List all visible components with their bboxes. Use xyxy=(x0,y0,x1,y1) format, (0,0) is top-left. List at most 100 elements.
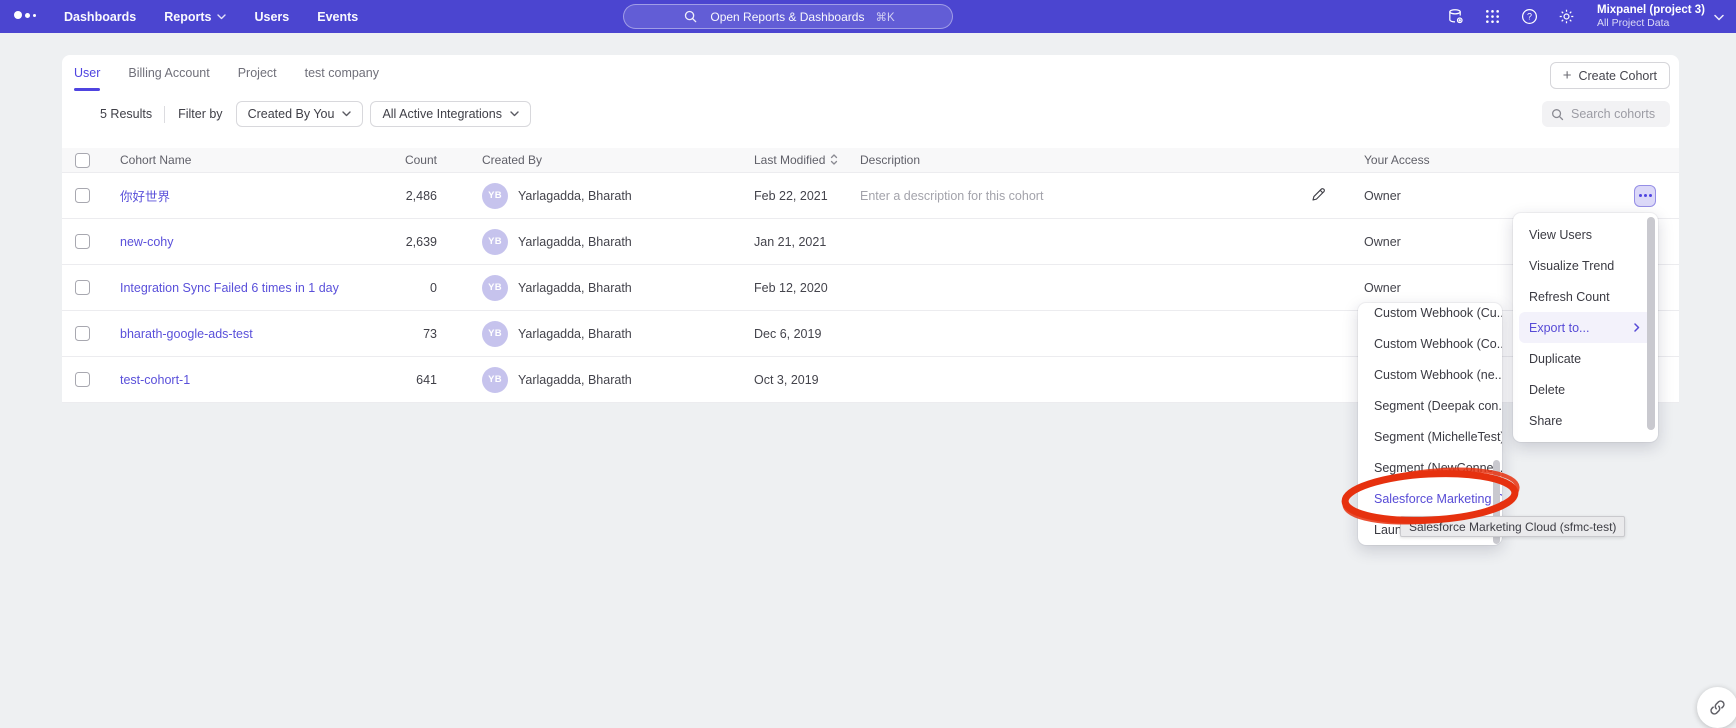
plus-icon: + xyxy=(1563,67,1572,84)
tab[interactable]: Billing Account xyxy=(128,55,209,91)
access-level: Owner xyxy=(1364,189,1401,203)
chevron-down-icon xyxy=(510,111,519,117)
cohort-count: 0 xyxy=(362,281,437,295)
cohort-count: 73 xyxy=(362,327,437,341)
chevron-down-icon xyxy=(342,111,351,117)
search-shortcut: ⌘K xyxy=(875,10,894,24)
data-management-icon[interactable] xyxy=(1446,8,1464,26)
menu-item[interactable]: Visualize Trend xyxy=(1513,250,1658,281)
last-modified-date: Oct 3, 2019 xyxy=(754,373,860,387)
col-header-description: Description xyxy=(860,153,1310,167)
cohort-name-link[interactable]: new-cohy xyxy=(120,235,174,249)
cohort-name-link[interactable]: bharath-google-ads-test xyxy=(120,327,253,341)
col-header-cohort-name: Cohort Name xyxy=(108,153,362,167)
nav-item[interactable]: Users xyxy=(254,10,289,24)
global-search-bar[interactable]: Open Reports & Dashboards ⌘K xyxy=(623,4,953,29)
tab[interactable]: test company xyxy=(305,55,379,91)
avatar: YB xyxy=(482,229,508,255)
row-checkbox[interactable] xyxy=(75,234,90,249)
created-by-name: Yarlagadda, Bharath xyxy=(518,327,632,341)
row-actions-menu: View Users Visualize Trend Refresh Count… xyxy=(1513,213,1658,442)
cohort-count: 2,639 xyxy=(362,235,437,249)
created-by-name: Yarlagadda, Bharath xyxy=(518,235,632,249)
tab[interactable]: User xyxy=(74,55,100,91)
cohort-tabs: User Billing Account Project test company +… xyxy=(62,55,1679,91)
cohort-name-link[interactable]: test-cohort-1 xyxy=(120,373,190,387)
integration-tooltip: Salesforce Marketing Cloud (sfmc-test) xyxy=(1400,516,1625,537)
menu-item[interactable]: Refresh Count xyxy=(1513,281,1658,312)
last-modified-date: Dec 6, 2019 xyxy=(754,327,860,341)
nav-item[interactable]: Reports xyxy=(164,10,226,24)
search-cohorts-input[interactable]: Search cohorts xyxy=(1542,101,1670,127)
table-header: Cohort Name Count Created By Last Modifi… xyxy=(62,148,1679,173)
menu-item[interactable]: Export to... xyxy=(1519,312,1652,343)
search-icon xyxy=(1551,108,1564,121)
share-link-fab[interactable] xyxy=(1697,687,1736,728)
col-header-created-by: Created By xyxy=(437,153,754,167)
created-by-filter-dropdown[interactable]: Created By You xyxy=(236,101,364,127)
submenu-item[interactable]: Custom Webhook (Co... xyxy=(1358,328,1502,359)
submenu-item[interactable]: Segment (MichelleTest) xyxy=(1358,421,1502,452)
global-search-placeholder: Open Reports & Dashboards xyxy=(710,10,864,24)
chevron-down-icon xyxy=(217,14,226,20)
chevron-right-icon xyxy=(1634,323,1640,332)
search-icon xyxy=(681,8,699,26)
cohort-count: 641 xyxy=(362,373,437,387)
cohort-table-row: 你好世界 2,486 YB Yarlagadda, Bharath Feb 22… xyxy=(62,173,1679,219)
create-cohort-button[interactable]: + Create Cohort xyxy=(1550,62,1670,89)
row-checkbox[interactable] xyxy=(75,372,90,387)
last-modified-date: Feb 12, 2020 xyxy=(754,281,860,295)
avatar: YB xyxy=(482,183,508,209)
chevron-down-icon xyxy=(1714,8,1724,26)
project-switcher[interactable]: Mixpanel (project 3) All Project Data xyxy=(1597,4,1724,29)
avatar: YB xyxy=(482,321,508,347)
cohort-count: 2,486 xyxy=(362,189,437,203)
menu-item[interactable]: Share xyxy=(1513,405,1658,436)
cohort-table-row: new-cohy 2,639 YB Yarlagadda, Bharath Ja… xyxy=(62,219,1679,265)
nav-item[interactable]: Dashboards xyxy=(64,10,136,24)
created-by-name: Yarlagadda, Bharath xyxy=(518,281,632,295)
top-nav: Dashboards Reports Users Events Open Rep… xyxy=(0,0,1736,33)
row-checkbox[interactable] xyxy=(75,326,90,341)
access-level: Owner xyxy=(1364,235,1401,249)
nav-item[interactable]: Events xyxy=(317,10,358,24)
menu-scrollbar[interactable] xyxy=(1647,217,1655,430)
link-icon xyxy=(1708,698,1727,717)
svg-text:?: ? xyxy=(1527,12,1532,22)
col-header-last-modified[interactable]: Last Modified xyxy=(754,153,860,168)
last-modified-date: Feb 22, 2021 xyxy=(754,189,860,203)
row-checkbox[interactable] xyxy=(75,280,90,295)
sort-icon xyxy=(830,154,838,168)
avatar: YB xyxy=(482,275,508,301)
submenu-item[interactable]: Salesforce Marketing C... xyxy=(1358,483,1502,514)
menu-item[interactable]: Delete xyxy=(1513,374,1658,405)
submenu-item[interactable]: Custom Webhook (ne... xyxy=(1358,359,1502,390)
created-by-name: Yarlagadda, Bharath xyxy=(518,373,632,387)
divider xyxy=(164,106,165,123)
row-checkbox[interactable] xyxy=(75,188,90,203)
access-level: Owner xyxy=(1364,281,1401,295)
created-by-name: Yarlagadda, Bharath xyxy=(518,189,632,203)
submenu-item[interactable]: Segment (Deepak con... xyxy=(1358,390,1502,421)
export-to-submenu: Custom Webhook (Cu... Custom Webhook (Co… xyxy=(1358,303,1502,545)
apps-grid-icon[interactable] xyxy=(1483,8,1501,26)
results-count: 5 Results xyxy=(100,107,152,121)
cohort-name-link[interactable]: 你好世界 xyxy=(120,190,170,204)
mixpanel-logo[interactable] xyxy=(14,11,36,22)
settings-gear-icon[interactable] xyxy=(1557,8,1575,26)
cohorts-toolbar: 5 Results Filter by Created By You All A… xyxy=(62,91,1679,137)
submenu-item[interactable]: Custom Webhook (Cu... xyxy=(1358,303,1502,328)
menu-item[interactable]: View Users xyxy=(1513,219,1658,250)
submenu-item[interactable]: Segment (NewConnec... xyxy=(1358,452,1502,483)
project-name: Mixpanel (project 3) xyxy=(1597,4,1705,17)
description-placeholder[interactable]: Enter a description for this cohort xyxy=(860,189,1043,203)
last-modified-date: Jan 21, 2021 xyxy=(754,235,860,249)
menu-item[interactable]: Duplicate xyxy=(1513,343,1658,374)
select-all-checkbox[interactable] xyxy=(75,153,90,168)
row-actions-button[interactable] xyxy=(1634,185,1656,207)
integrations-filter-dropdown[interactable]: All Active Integrations xyxy=(370,101,531,127)
edit-description-pencil-icon[interactable] xyxy=(1310,192,1327,206)
tab[interactable]: Project xyxy=(238,55,277,91)
cohort-name-link[interactable]: Integration Sync Failed 6 times in 1 day xyxy=(120,281,339,295)
help-icon[interactable]: ? xyxy=(1520,8,1538,26)
